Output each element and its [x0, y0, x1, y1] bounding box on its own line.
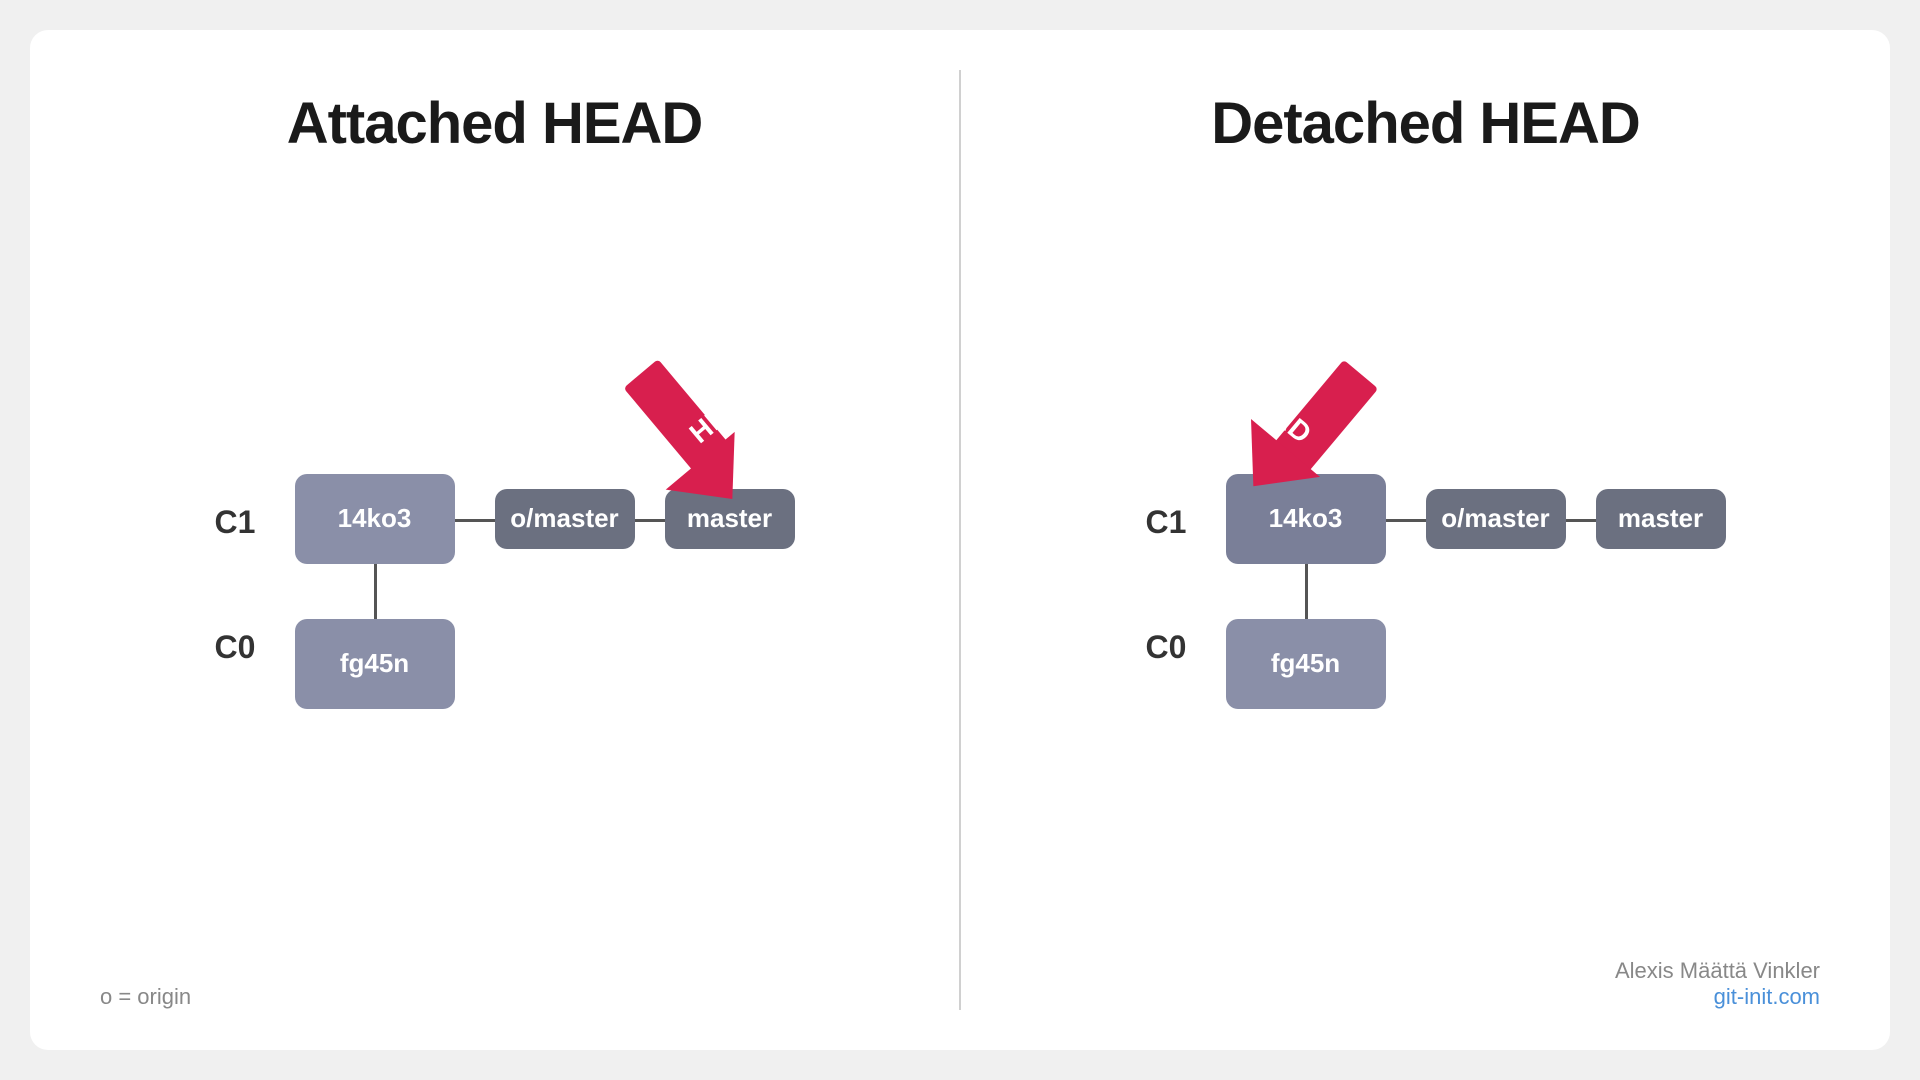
website-link[interactable]: git-init.com [1615, 984, 1820, 1010]
right-c1-label: C1 [1146, 504, 1187, 541]
right-c0-label: C0 [1146, 629, 1187, 666]
left-connector-v1 [374, 564, 377, 619]
author-name: Alexis Määttä Vinkler [1615, 958, 1820, 983]
left-c0-label: C0 [215, 629, 256, 666]
legend-text: o = origin [100, 984, 191, 1010]
right-connector-v1 [1305, 564, 1308, 619]
right-head-arrow: HEAD [1196, 334, 1416, 544]
right-connector-h2 [1566, 519, 1596, 522]
left-panel-title: Attached HEAD [100, 90, 889, 157]
right-node-omaster: o/master [1426, 489, 1566, 549]
right-panel-title: Detached HEAD [1031, 90, 1820, 157]
right-node-c0: fg45n [1226, 619, 1386, 709]
left-diagram-area: C1 C0 14ko3 o/master master [100, 217, 889, 1010]
slide: Attached HEAD C1 C0 14ko3 o/master [30, 30, 1890, 1050]
right-panel: Detached HEAD C1 C0 14ko3 o/master [961, 30, 1890, 1050]
left-panel: Attached HEAD C1 C0 14ko3 o/master [30, 30, 959, 1050]
left-head-arrow: HEAD [585, 334, 805, 544]
author-info: Alexis Määttä Vinkler git-init.com [1615, 958, 1820, 1010]
left-connector-h1 [455, 519, 495, 522]
left-node-c1: 14ko3 [295, 474, 455, 564]
right-diagram-area: C1 C0 14ko3 o/master master [1031, 217, 1820, 1010]
left-node-c0: fg45n [295, 619, 455, 709]
right-node-master: master [1596, 489, 1726, 549]
left-c1-label: C1 [215, 504, 256, 541]
